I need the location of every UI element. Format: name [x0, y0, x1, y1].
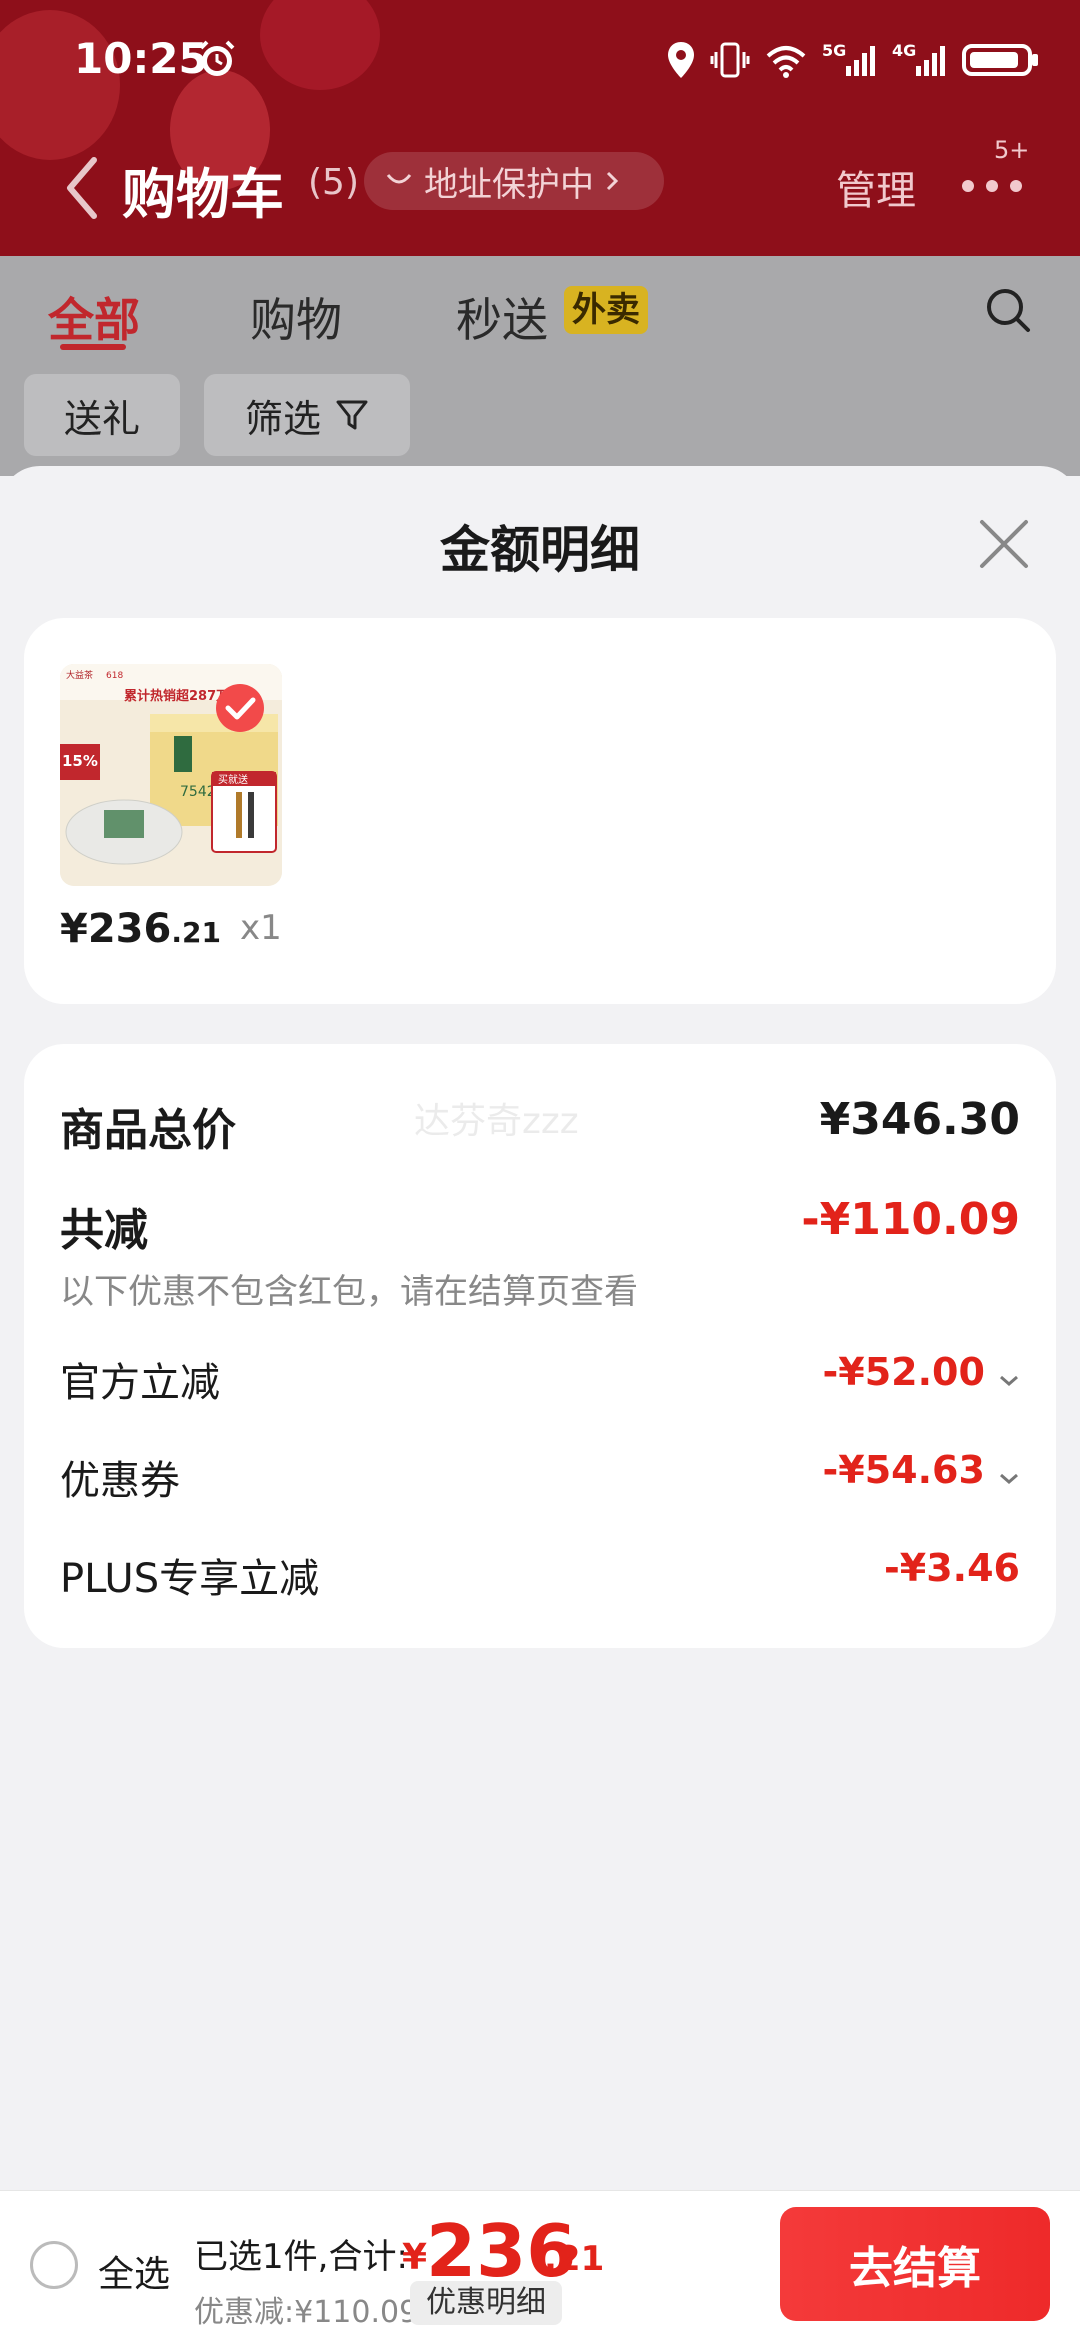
takeout-tag: 外卖 [564, 286, 648, 334]
status-time: 10:25 [74, 34, 208, 83]
sheet-title: 金额明细 [440, 521, 640, 579]
svg-text:累计热销超287万: 累计热销超287万 [124, 688, 229, 704]
gift-chip-label: 送礼 [63, 396, 140, 441]
signal-5g-icon: 5G [822, 41, 875, 76]
alarm-icon [199, 40, 235, 76]
vibrate-icon [710, 42, 750, 78]
location-icon [668, 42, 694, 78]
price-summary-card: 达芬奇zzz 商品总价 ¥346.30 共减 -¥110.09 以下优惠不包含红… [24, 1044, 1056, 1648]
discount-detail-button[interactable]: 优惠明细 [410, 2281, 562, 2325]
svg-text:15%: 15% [62, 752, 98, 770]
product-quantity: x1 [240, 908, 282, 948]
product-price: ¥236.21 [60, 906, 221, 952]
page-title: 购物车 [122, 163, 284, 226]
status-icons: 5G 4G [666, 36, 1040, 84]
address-protection-pill[interactable]: 地址保护中 [364, 152, 664, 210]
battery-icon [962, 44, 1038, 76]
reduce-label: 共减 [60, 1205, 148, 1256]
tab-shopping[interactable]: 购物 [250, 284, 342, 350]
more-icon[interactable] [958, 166, 1028, 206]
tab-fast-delivery[interactable]: 秒送 [456, 284, 548, 350]
back-icon[interactable] [60, 152, 104, 224]
checkout-button[interactable]: 去结算 [780, 2207, 1050, 2321]
tab-active-indicator [60, 344, 126, 350]
product-price-decimal: .21 [171, 916, 221, 949]
gift-filter-chip[interactable]: 送礼 [24, 374, 180, 456]
checkout-bar: 全选 已选1件,合计: ¥ 236 .21 优惠减:¥110.09 优惠明细 去… [0, 2190, 1080, 2340]
coupon-row[interactable]: -¥54.63 [822, 1448, 1020, 1492]
reduce-value: -¥110.09 [801, 1194, 1020, 1245]
chevron-right-icon [606, 171, 619, 191]
dimmed-background: 全部 购物 秒送 外卖 送礼 筛选 [0, 256, 1080, 476]
funnel-icon [336, 400, 368, 430]
total-currency: ¥ [402, 2237, 428, 2278]
smile-icon [386, 174, 412, 184]
svg-text:买就送: 买就送 [218, 773, 248, 786]
address-pill-label: 地址保护中 [424, 164, 594, 205]
product-price-main: ¥236 [60, 906, 172, 952]
plus-discount-label: PLUS专享立减 [60, 1556, 320, 1602]
svg-text:618: 618 [106, 671, 123, 681]
close-icon[interactable] [978, 518, 1030, 570]
wifi-icon [766, 46, 806, 78]
filter-chip-label: 筛选 [244, 396, 321, 441]
checkout-button-label: 去结算 [849, 2243, 981, 2294]
product-card: 大益茶 618 累计热销超287万 7542 买就送 15% ¥236.21 x… [24, 618, 1056, 1004]
more-badge: 5+ [994, 136, 1030, 164]
signal-4g-icon: 4G [892, 41, 945, 76]
svg-text:5G: 5G [822, 41, 846, 60]
select-all-label[interactable]: 全选 [98, 2245, 170, 2297]
total-amount-dec: .21 [544, 2239, 605, 2279]
coupon-value: -¥54.63 [822, 1448, 985, 1492]
total-label: 商品总价 [60, 1105, 236, 1156]
coupon-label: 优惠券 [60, 1458, 180, 1504]
total-value: ¥346.30 [819, 1094, 1020, 1145]
discount-summary: 优惠减:¥110.09 [194, 2295, 419, 2330]
official-discount-label: 官方立减 [60, 1360, 220, 1406]
product-image: 大益茶 618 累计热销超287万 7542 买就送 15% [60, 664, 282, 886]
discount-note: 以下优惠不包含红包，请在结算页查看 [60, 1272, 638, 1312]
status-bar: 10:25 5G 4G [0, 0, 1080, 120]
plus-discount-value: -¥3.46 [884, 1546, 1020, 1590]
svg-text:4G: 4G [892, 41, 916, 60]
filter-chip[interactable]: 筛选 [204, 374, 410, 456]
selection-summary: 已选1件,合计: [194, 2237, 408, 2277]
official-discount-value: -¥52.00 [822, 1350, 985, 1394]
manage-button[interactable]: 管理 [836, 158, 916, 216]
search-icon[interactable] [984, 286, 1032, 334]
header: 10:25 5G 4G 购物车 (5) 地址保护中 管理 5+ [0, 0, 1080, 256]
svg-text:大益茶: 大益茶 [66, 669, 93, 681]
nav-bar: 购物车 (5) 地址保护中 管理 5+ [0, 136, 1080, 236]
chevron-down-icon [1000, 1375, 1018, 1386]
watermark: 达芬奇zzz [414, 1101, 579, 1142]
amount-detail-sheet: 金额明细 大益茶 618 累计热销超287万 7542 买就送 15% ¥236… [0, 466, 1080, 2190]
product-thumbnail[interactable]: 大益茶 618 累计热销超287万 7542 买就送 15% [60, 664, 282, 886]
select-all-radio[interactable] [30, 2241, 78, 2289]
chevron-down-icon [1000, 1473, 1018, 1484]
tab-all[interactable]: 全部 [48, 284, 140, 350]
official-discount-row[interactable]: -¥52.00 [822, 1350, 1020, 1394]
cart-count: (5) [308, 162, 359, 203]
svg-text:7542: 7542 [180, 784, 216, 800]
